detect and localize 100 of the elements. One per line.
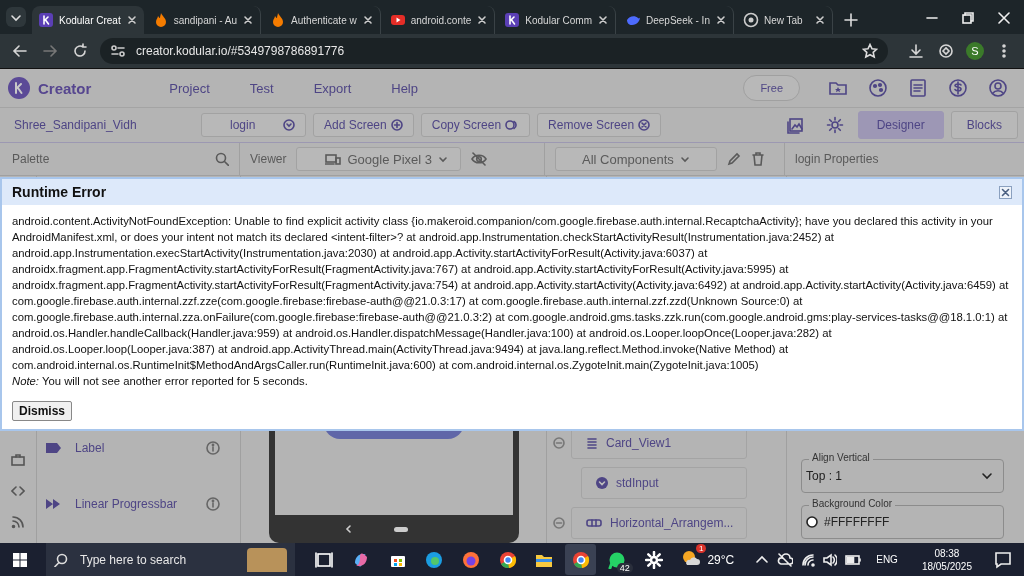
- task-view-icon: [315, 550, 334, 569]
- extension-icon[interactable]: [936, 41, 956, 61]
- mode-tab[interactable]: Blocks: [950, 111, 1018, 139]
- hidden-eye-icon[interactable]: [471, 151, 488, 167]
- close-icon[interactable]: [714, 14, 727, 26]
- panel-title: login Properties: [795, 152, 879, 166]
- chevron-up-icon[interactable]: [755, 553, 770, 566]
- mode-tab[interactable]: Designer: [857, 111, 944, 139]
- dollar-icon[interactable]: [947, 77, 969, 99]
- download-icon[interactable]: [906, 41, 926, 61]
- fast-forward-icon: [45, 497, 61, 511]
- card-icon: [586, 436, 598, 450]
- star-icon[interactable]: [862, 43, 878, 59]
- toolbar-button[interactable]: Remove Screen: [537, 113, 662, 137]
- devices-icon: [325, 153, 342, 165]
- code-icon[interactable]: [11, 484, 25, 498]
- palette-item[interactable]: Linear Progressbar: [37, 485, 240, 523]
- wifi-icon[interactable]: [801, 552, 816, 567]
- caret-icon: [679, 154, 690, 164]
- x-circle-icon: [638, 119, 651, 131]
- speaker-icon[interactable]: [823, 552, 838, 567]
- tab-list-icon[interactable]: [6, 7, 26, 27]
- component-node[interactable]: stdInput: [581, 467, 747, 499]
- sun-cloud-icon: [681, 548, 702, 567]
- temple-illustration: [247, 547, 287, 572]
- notification-icon[interactable]: [993, 550, 1012, 569]
- dismiss-button[interactable]: Dismiss: [12, 401, 73, 421]
- count-badge: 42: [616, 563, 633, 573]
- component-node[interactable]: Horizontal_Arrangem...: [571, 507, 747, 539]
- k-logo-icon: [38, 12, 54, 28]
- search-field[interactable]: Type here to search: [78, 551, 237, 568]
- site-settings-icon: [110, 43, 126, 59]
- account-icon[interactable]: [987, 77, 1009, 99]
- search-icon[interactable]: [215, 152, 229, 166]
- plus-circle-icon: [390, 119, 403, 131]
- home-pill: [393, 526, 408, 532]
- address-bar[interactable]: creator.kodular.io/#5349798786891776: [100, 38, 888, 64]
- play-icon: [389, 12, 406, 28]
- menu-item[interactable]: Test: [249, 80, 274, 96]
- close-icon[interactable]: [476, 14, 489, 26]
- note-text: Note: You will not see another error reported for 5 seconds.: [12, 374, 309, 389]
- firefox-icon: [461, 550, 480, 569]
- dialog-title: Runtime Error: [12, 184, 107, 200]
- search-icon: [54, 552, 68, 567]
- close-icon[interactable]: [597, 14, 609, 26]
- close-icon[interactable]: [813, 14, 826, 26]
- taskbar-search-bar[interactable]: Type here to search: [46, 543, 295, 576]
- battery-icon[interactable]: [845, 552, 862, 567]
- panel-title: Palette: [12, 152, 50, 166]
- caret-icon: [438, 154, 449, 164]
- document-icon[interactable]: [907, 77, 929, 99]
- new-tab-icon[interactable]: [843, 13, 858, 27]
- palette-item[interactable]: Label: [37, 429, 240, 467]
- field-label: Align Vertical: [809, 452, 873, 464]
- toolbar-button[interactable]: Add Screen: [313, 113, 414, 137]
- alert-badge: 1: [695, 543, 707, 553]
- caret-icon: [981, 470, 993, 482]
- close-icon[interactable]: [242, 14, 255, 26]
- close-icon[interactable]: [125, 14, 138, 26]
- windows-icon[interactable]: [12, 551, 28, 568]
- k-logo-icon: [8, 77, 30, 99]
- dropdown-icon: [596, 477, 608, 489]
- menu-item[interactable]: Help: [391, 80, 418, 96]
- caret-icon: [283, 119, 295, 131]
- profile-avatar[interactable]: S: [966, 42, 984, 60]
- rss-icon[interactable]: [11, 515, 25, 529]
- url-field[interactable]: creator.kodular.io/#5349798786891776: [134, 43, 854, 59]
- panel-title: Viewer: [250, 152, 287, 166]
- project-name: Shree_Sandipani_Vidh: [14, 118, 138, 132]
- taskbar-app[interactable]: 42: [602, 544, 633, 575]
- cloud-off-icon[interactable]: [777, 551, 794, 568]
- back-chevron-icon: [343, 524, 352, 534]
- toggle-icon: [505, 119, 520, 131]
- screen-dropdown[interactable]: login: [201, 113, 306, 137]
- pencil-icon[interactable]: [726, 152, 741, 166]
- restore-icon[interactable]: [962, 12, 974, 24]
- error-message: android.content.ActivityNotFoundException: Unable to find explicit activity class {io.makeroid.companion/com.google.firebase.auth.internal.RecaptchaActivity}; have you declared this activity in your AndroidManifest.xml, or does your intent not match its declared <intent-filter>? at android.app.Instrumentation.checkStartActivityResult(Instrumentation.java:2452) at android.app.Instrumentation.execStartActivity(Instrumentation.java:2030) at android.app.Activity.startActivityForResult(Activity.java:6037) at androidx.fragment.app.FragmentActivity.startActivityForResult(FragmentActivity.java:767) at android.app.Activity.startActivityForResult(Activity.java:5995) at androidx.fragment.app.FragmentActivity.startActivityForResult(FragmentActivity.java:754) at android.app.Activity.startActivity(Activity.java:6492) at android.app.Activity.startActivity(Activity.java:6459) at com.google.firebase.auth.internal.zzf.zze(com.google.firebase:firebase-auth@@21.0.3:17) at com.google.firebase.auth.internal.zzf.zzd(Unknown Source:0) at com.google.firebase.auth.internal.zza.onFailure(com.google.firebase:firebase-auth@@21.0.3:2) at com.google.android.gms.tasks.zzk.run(com.google.android.gms:play-services-tasks@@18.1.0:1) at android.os.Handler.handleCallback(Handler.java:959) at android.os.Handler.dispatchMessage(Handler.java:100) at android.os.Looper.loopOnce(Looper.java:282) at android.os.Looper.loop(Looper.java:387) at android.app.ActivityThread.main(ActivityThread.java:9494) at java.lang.reflect.Method.invoke(Native Method) at com.android.internal.os.RuntimeInit$MethodAndArgsCaller.run(RuntimeInit.java:600) at com.android.internal.os.ZygoteInit.main(ZygoteInit.java:1005): [12, 214, 1010, 373]
- palette-icon[interactable]: [867, 77, 889, 99]
- language-indicator[interactable]: ENG: [876, 554, 898, 565]
- plan-button[interactable]: Free: [743, 75, 800, 101]
- chrome-icon: [571, 550, 590, 569]
- briefcase-icon[interactable]: [11, 453, 25, 467]
- temperature-text: 29°C: [707, 552, 735, 567]
- menu-item[interactable]: Project: [169, 80, 210, 96]
- close-icon[interactable]: [361, 14, 374, 26]
- field-label: Background Color: [809, 498, 896, 510]
- row-icon: [586, 517, 602, 529]
- k-logo-icon: [504, 12, 521, 28]
- device-dropdown[interactable]: Google Pixel 3: [296, 147, 462, 171]
- taskbar-app[interactable]: [565, 544, 597, 575]
- clock-date: 18/05/2025: [921, 559, 972, 573]
- app-title: Creator: [38, 79, 92, 97]
- close-icon[interactable]: [999, 185, 1012, 199]
- toolbar-button[interactable]: Copy Screen: [420, 113, 531, 137]
- components-filter[interactable]: All Components: [555, 147, 717, 171]
- tag-icon: [45, 441, 61, 455]
- menu-item[interactable]: Export: [313, 80, 352, 96]
- chrome-icon: [498, 550, 517, 569]
- browser-tab[interactable]: Kodular Creat: [32, 6, 144, 34]
- trash-icon[interactable]: [750, 152, 765, 166]
